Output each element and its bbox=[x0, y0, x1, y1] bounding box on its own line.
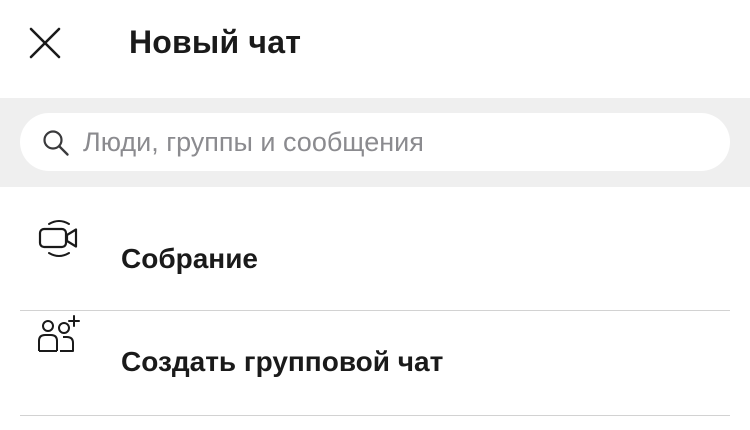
new-chat-options: Собрание Создать групповой чат bbox=[0, 187, 750, 416]
meeting-item[interactable]: Собрание bbox=[0, 187, 750, 290]
search-icon bbox=[43, 130, 69, 156]
header: Новый чат bbox=[0, 0, 750, 98]
close-icon[interactable] bbox=[28, 26, 62, 60]
video-call-icon bbox=[38, 220, 78, 257]
create-group-chat-label: Создать групповой чат bbox=[121, 346, 444, 377]
add-group-icon bbox=[38, 315, 80, 352]
search-input[interactable] bbox=[83, 113, 703, 171]
page-title: Новый чат bbox=[129, 24, 302, 60]
search-section bbox=[0, 98, 750, 187]
search-bar[interactable] bbox=[20, 113, 730, 171]
create-group-chat-item[interactable]: Создать групповой чат bbox=[0, 290, 750, 393]
close-button[interactable] bbox=[22, 20, 68, 66]
meeting-label: Собрание bbox=[121, 243, 258, 274]
divider bbox=[20, 415, 730, 416]
